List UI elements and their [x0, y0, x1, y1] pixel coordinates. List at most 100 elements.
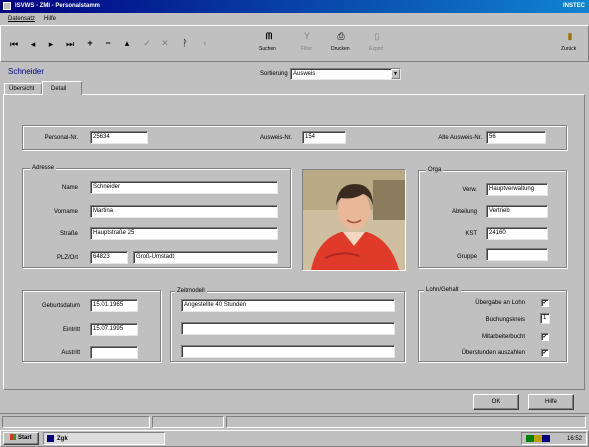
ok-button[interactable]: OK	[473, 394, 519, 410]
zip-field[interactable]: 64823	[90, 251, 128, 264]
save-icon[interactable]: ✓	[141, 38, 153, 48]
windows-logo-icon	[10, 434, 17, 441]
search-button-label[interactable]: Suchen	[259, 46, 276, 52]
time-model-title: Zeitmodell	[175, 287, 207, 295]
tab-detail[interactable]: Detail	[42, 81, 82, 95]
cost-center-field[interactable]: 24160	[486, 227, 548, 240]
time-model-field-2[interactable]	[181, 322, 395, 335]
sort-select[interactable]: Ausweis ▼	[290, 68, 401, 80]
back-icon[interactable]: ‹	[199, 38, 211, 48]
print-button-label[interactable]: Drucken	[331, 46, 350, 52]
badge-no-label: Ausweis-Nr.	[259, 135, 292, 141]
status-bar	[0, 413, 589, 429]
status-pane-3	[226, 416, 586, 428]
payroll-title: Lohn/Gehalt	[424, 286, 461, 294]
cancel-icon[interactable]: ▴	[121, 38, 133, 48]
personnel-no-label: Personal-Nr.	[44, 135, 78, 141]
tab-detail-label: Detail	[51, 86, 67, 92]
group-field[interactable]	[486, 248, 548, 261]
task-label: Zgk	[57, 436, 68, 442]
work-field[interactable]: Hauptverwaltung	[486, 183, 548, 196]
taskbar-task[interactable]: Zgk	[43, 432, 165, 445]
title-bar: ISVWS - ZMI - Personalstamm INSTEC	[0, 0, 589, 13]
help-button[interactable]: Hilfe	[528, 394, 574, 410]
booking-field[interactable]: 1	[540, 313, 550, 324]
employee-photo	[302, 169, 406, 271]
tab-uebersicht-label: Übersicht	[9, 86, 35, 92]
binoculars-icon[interactable]: ᗰ	[263, 31, 275, 41]
sort-label: Sortierung	[260, 71, 288, 77]
printer-icon[interactable]: ⎙	[335, 31, 347, 41]
tab-uebersicht[interactable]: Übersicht	[4, 83, 42, 94]
menu-item-datensatz[interactable]: Datensatz	[8, 15, 35, 23]
start-label: Start	[18, 435, 32, 441]
window-title: ISVWS - ZMI - Personalstamm	[15, 3, 101, 9]
filter-button-label[interactable]: Filter	[301, 46, 312, 52]
personnel-no-field[interactable]: 25634	[90, 131, 148, 144]
staff-checkbox[interactable]: ✓	[541, 333, 549, 341]
staff-label: Mitarbeiterbucht	[481, 334, 525, 340]
work-label: Verw.	[462, 187, 477, 193]
transfer-label: Übergabe an Lohn	[475, 300, 525, 306]
city-field[interactable]: Groß-Umstadt	[133, 251, 278, 264]
overtime-label: Überstunden auszahlen	[461, 350, 525, 356]
exit-label: Austritt	[61, 350, 80, 356]
export-button-label[interactable]: Export	[369, 46, 383, 52]
dept-label: Abteilung	[451, 209, 477, 215]
prev-record-icon[interactable]: ◂	[27, 39, 39, 49]
menu-bar: Datensatz Hilfe	[0, 13, 589, 24]
overtime-checkbox[interactable]: ✓	[541, 349, 549, 357]
tray-icons	[526, 435, 550, 442]
clock: 16:52	[566, 436, 582, 442]
task-app-icon	[47, 435, 54, 442]
street-field[interactable]: Hauptstraße 25	[90, 227, 278, 240]
time-model-field-3[interactable]	[181, 345, 395, 358]
old-badge-field[interactable]: 56	[486, 131, 546, 144]
last-record-icon[interactable]: ⏭	[64, 39, 76, 49]
status-pane-2	[152, 416, 224, 428]
old-badge-label: Alte Ausweis-Nr.	[438, 135, 482, 141]
exit-field[interactable]	[90, 346, 138, 359]
pin-icon[interactable]: ᚹ	[179, 38, 191, 48]
photo-image	[303, 170, 405, 270]
next-record-icon[interactable]: ▸	[45, 39, 57, 49]
time-model-field-1[interactable]: Angestellte 40 Stunden	[181, 299, 395, 312]
toolbar: ⏮ ◂ ▸ ⏭ + − ▴ ✓ ✕ ᚹ ‹ ᗰ Suchen Y Filter …	[0, 25, 589, 62]
sort-select-value: Ausweis	[293, 71, 316, 77]
firstname-label: Vorname	[53, 209, 78, 215]
orga-group-title: Orga	[426, 166, 444, 174]
chevron-down-icon[interactable]: ▼	[391, 69, 400, 79]
first-record-icon[interactable]: ⏮	[8, 39, 20, 49]
exit-door-icon[interactable]: ▮	[564, 31, 576, 41]
export-icon[interactable]: ▯	[371, 31, 383, 41]
name-label: Name	[61, 185, 78, 191]
birth-label: Geburtsdatum	[41, 303, 80, 309]
firstname-field[interactable]: Martina	[90, 205, 278, 218]
filter-icon[interactable]: Y	[301, 31, 313, 41]
menu-item-hilfe[interactable]: Hilfe	[44, 15, 56, 23]
group-label: Gruppe	[456, 254, 477, 260]
refresh-icon[interactable]: ✕	[159, 38, 171, 48]
employee-name-header: Schneider	[8, 67, 45, 76]
entry-field[interactable]: 15.07.1995	[90, 323, 138, 336]
street-label: Straße	[59, 231, 78, 237]
booking-label: Buchungskreis	[485, 317, 525, 323]
start-button[interactable]: Start	[3, 432, 39, 445]
dept-field[interactable]: Vertrieb	[486, 205, 548, 218]
birth-field[interactable]: 15.01.1965	[90, 299, 138, 312]
cost-center-label: KST	[465, 231, 477, 237]
taskbar: Start Zgk 16:52	[0, 430, 589, 447]
transfer-checkbox[interactable]: ✓	[541, 299, 549, 307]
system-tray: 16:52	[521, 432, 587, 445]
delete-record-icon[interactable]: −	[102, 38, 114, 48]
badge-no-field[interactable]: 154	[302, 131, 346, 144]
name-field[interactable]: Schneider	[90, 181, 278, 194]
entry-label: Eintritt	[62, 327, 80, 333]
company-label: INSTEC	[562, 3, 585, 9]
exit-button-label[interactable]: Zurück	[561, 46, 576, 52]
status-pane-1	[2, 416, 150, 428]
add-record-icon[interactable]: +	[84, 38, 96, 48]
address-group-title: Adresse	[30, 164, 57, 172]
zip-city-label: PLZ/Ort	[56, 255, 78, 261]
app-icon	[3, 2, 11, 10]
